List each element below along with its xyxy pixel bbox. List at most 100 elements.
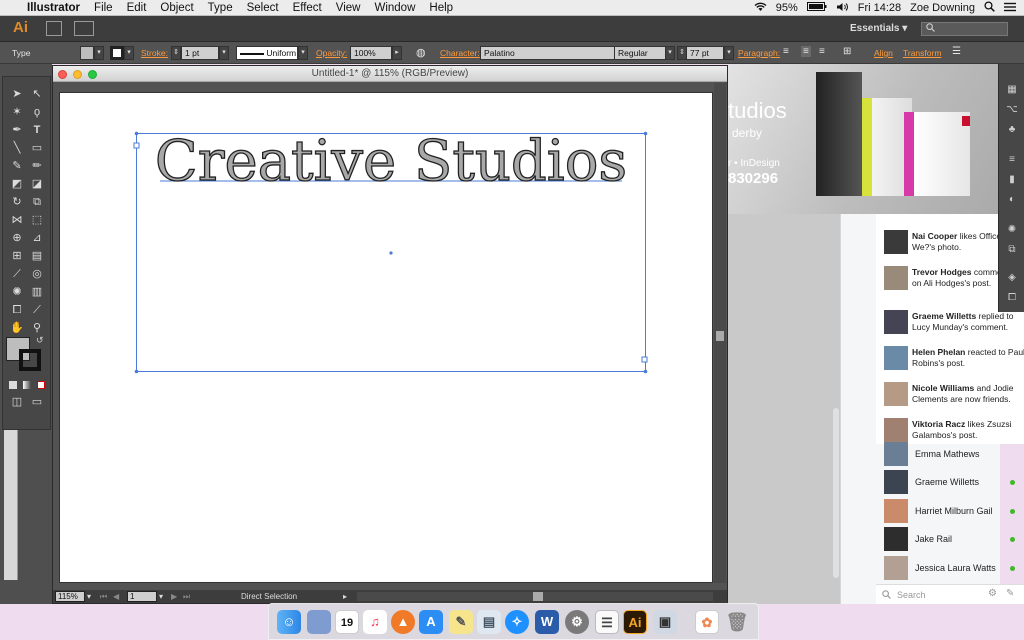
recolor-artwork-icon[interactable]: ◍ bbox=[416, 46, 426, 59]
notification-item[interactable]: Nicole Williams and Jodie Clements are n… bbox=[912, 383, 1024, 405]
scroll-thumb[interactable] bbox=[716, 331, 724, 341]
stroke-profile-select[interactable]: Uniform bbox=[236, 46, 298, 60]
gradient-tool-icon[interactable]: ▤ bbox=[29, 249, 45, 263]
notification-item[interactable]: Graeme Willetts replied to Lucy Munday's… bbox=[912, 311, 1024, 333]
stickies-icon[interactable]: ✎ bbox=[449, 610, 473, 634]
menu-edit[interactable]: Edit bbox=[120, 2, 154, 14]
avatar[interactable] bbox=[884, 266, 908, 290]
chat-settings-icon[interactable]: ⚙ bbox=[988, 588, 997, 599]
fill-dropdown[interactable]: ▾ bbox=[94, 46, 104, 60]
opacity-field[interactable]: 100% bbox=[350, 46, 392, 60]
transform-panel-link[interactable]: Transform bbox=[903, 48, 941, 58]
eyedropper-tool-icon[interactable]: ⟋ bbox=[9, 267, 25, 281]
anchor-point[interactable] bbox=[643, 369, 648, 374]
notification-item[interactable]: Helen Phelan reacted to Paul Robins's po… bbox=[912, 347, 1024, 369]
status-menu-icon[interactable]: ▸ bbox=[343, 592, 347, 601]
itunes-icon[interactable]: ♫ bbox=[363, 610, 387, 634]
volume-icon[interactable] bbox=[836, 2, 849, 15]
color-guide-icon[interactable]: ▦ bbox=[1005, 84, 1019, 96]
control-bar-menu-icon[interactable]: ☰ bbox=[952, 46, 961, 57]
fill-color-swatch[interactable] bbox=[80, 46, 94, 60]
anchor-point[interactable] bbox=[134, 369, 139, 374]
bounding-handle[interactable] bbox=[641, 356, 648, 363]
column-graph-tool-icon[interactable]: ▥ bbox=[29, 285, 45, 299]
help-search-input[interactable] bbox=[921, 22, 1008, 36]
menu-object[interactable]: Object bbox=[153, 2, 200, 14]
font-size-field[interactable]: 77 pt bbox=[686, 46, 724, 60]
battery-icon[interactable] bbox=[806, 2, 827, 14]
document-horizontal-scrollbar[interactable] bbox=[357, 592, 713, 601]
menu-select[interactable]: Select bbox=[240, 2, 286, 14]
bridge-icon[interactable] bbox=[46, 21, 62, 36]
eraser-tool-icon[interactable]: ◪ bbox=[29, 177, 45, 191]
avatar[interactable] bbox=[884, 382, 908, 406]
swap-fill-stroke-icon[interactable]: ↺ bbox=[36, 335, 44, 346]
mesh-tool-icon[interactable]: ⊞ bbox=[9, 249, 25, 263]
direct-selection-tool-icon[interactable]: ↖ bbox=[29, 87, 45, 101]
appearance-icon[interactable]: ✺ bbox=[1005, 224, 1019, 236]
magic-wand-tool-icon[interactable]: ✶ bbox=[9, 105, 25, 119]
scale-tool-icon[interactable]: ⧉ bbox=[29, 195, 45, 209]
artboards-icon[interactable]: ⧠ bbox=[1005, 292, 1019, 304]
opacity-panel-link[interactable]: Opacity: bbox=[316, 48, 347, 58]
lasso-tool-icon[interactable]: ϙ bbox=[29, 105, 45, 119]
font-style-field[interactable]: Regular bbox=[614, 46, 666, 60]
notification-item[interactable]: Viktoria Racz likes Zsuzsi Galambos's po… bbox=[912, 419, 1024, 439]
stroke-profile-dropdown[interactable]: ▾ bbox=[298, 46, 308, 60]
app-menu[interactable]: Illustrator bbox=[20, 2, 87, 14]
adobe-illustrator-icon[interactable]: Ai bbox=[623, 610, 647, 634]
artboard-number-field[interactable]: 1 bbox=[127, 591, 157, 602]
type-tool-icon[interactable]: T bbox=[29, 123, 45, 137]
anchor-point[interactable] bbox=[134, 131, 139, 136]
artwork-text[interactable]: Creative Studios bbox=[154, 128, 628, 194]
line-tool-icon[interactable]: ╲ bbox=[9, 141, 25, 155]
stroke-panel-link[interactable]: Stroke: bbox=[141, 48, 168, 58]
wifi-icon[interactable] bbox=[754, 2, 767, 15]
document-vertical-scrollbar[interactable] bbox=[714, 83, 726, 583]
stroke-color-swatch[interactable] bbox=[110, 46, 124, 60]
stroke-weight-dropdown[interactable]: ▾ bbox=[219, 46, 229, 60]
scroll-thumb[interactable] bbox=[533, 592, 543, 601]
gradient-mode-icon[interactable] bbox=[23, 381, 31, 389]
artboard-dropdown-icon[interactable]: ▾ bbox=[159, 592, 163, 601]
symbol-sprayer-tool-icon[interactable]: ✺ bbox=[9, 285, 25, 299]
menu-view[interactable]: View bbox=[329, 2, 368, 14]
align-right-icon[interactable]: ≡ bbox=[819, 46, 825, 57]
menu-type[interactable]: Type bbox=[201, 2, 240, 14]
symbols-icon[interactable]: ♣ bbox=[1005, 124, 1019, 136]
stroke-weight-stepper[interactable]: ⇕ bbox=[171, 46, 181, 60]
arrange-documents-icon[interactable] bbox=[74, 21, 94, 36]
stroke-weight-field[interactable]: 1 pt bbox=[181, 46, 219, 60]
photos-icon[interactable] bbox=[307, 610, 331, 634]
zoom-tool-icon[interactable]: ⚲ bbox=[29, 321, 45, 335]
notification-center-icon[interactable] bbox=[1004, 2, 1016, 15]
menu-effect[interactable]: Effect bbox=[286, 2, 329, 14]
avatar[interactable] bbox=[884, 230, 908, 254]
new-message-icon[interactable]: ✎ bbox=[1006, 588, 1014, 599]
rotate-tool-icon[interactable]: ↻ bbox=[9, 195, 25, 209]
avatar[interactable] bbox=[884, 310, 908, 334]
chat-contact[interactable]: Jessica Laura Watts bbox=[884, 556, 1024, 580]
blend-tool-icon[interactable]: ◎ bbox=[29, 267, 45, 281]
artboard[interactable]: Creative Studios bbox=[59, 92, 713, 583]
avatar[interactable] bbox=[884, 418, 908, 442]
opacity-dropdown[interactable]: ▸ bbox=[392, 46, 402, 60]
preview-icon[interactable]: ▤ bbox=[477, 610, 501, 634]
menu-window[interactable]: Window bbox=[367, 2, 422, 14]
image-capture-icon[interactable]: ▣ bbox=[653, 610, 677, 634]
safari-icon[interactable]: ✧ bbox=[505, 610, 529, 634]
color-mode-icon[interactable] bbox=[9, 381, 17, 389]
free-transform-tool-icon[interactable]: ⬚ bbox=[29, 213, 45, 227]
screen-mode-icon[interactable]: ▭ bbox=[29, 395, 45, 409]
previous-artboard-icon[interactable]: ◀ bbox=[113, 592, 119, 601]
character-panel-link[interactable]: Character: bbox=[440, 48, 480, 58]
pencil-tool-icon[interactable]: ✏ bbox=[29, 159, 45, 173]
menubar-user[interactable]: Zoe Downing bbox=[910, 2, 975, 14]
zoom-dropdown-icon[interactable]: ▾ bbox=[87, 592, 91, 601]
width-tool-icon[interactable]: ⋈ bbox=[9, 213, 25, 227]
app-store-icon[interactable]: A bbox=[419, 610, 443, 634]
chat-contact[interactable]: Harriet Milburn Gail bbox=[884, 499, 1024, 523]
selection-tool-icon[interactable]: ➤ bbox=[9, 87, 25, 101]
browser-scrollbar[interactable] bbox=[833, 408, 839, 578]
calendar-icon[interactable]: 19 bbox=[335, 610, 359, 634]
